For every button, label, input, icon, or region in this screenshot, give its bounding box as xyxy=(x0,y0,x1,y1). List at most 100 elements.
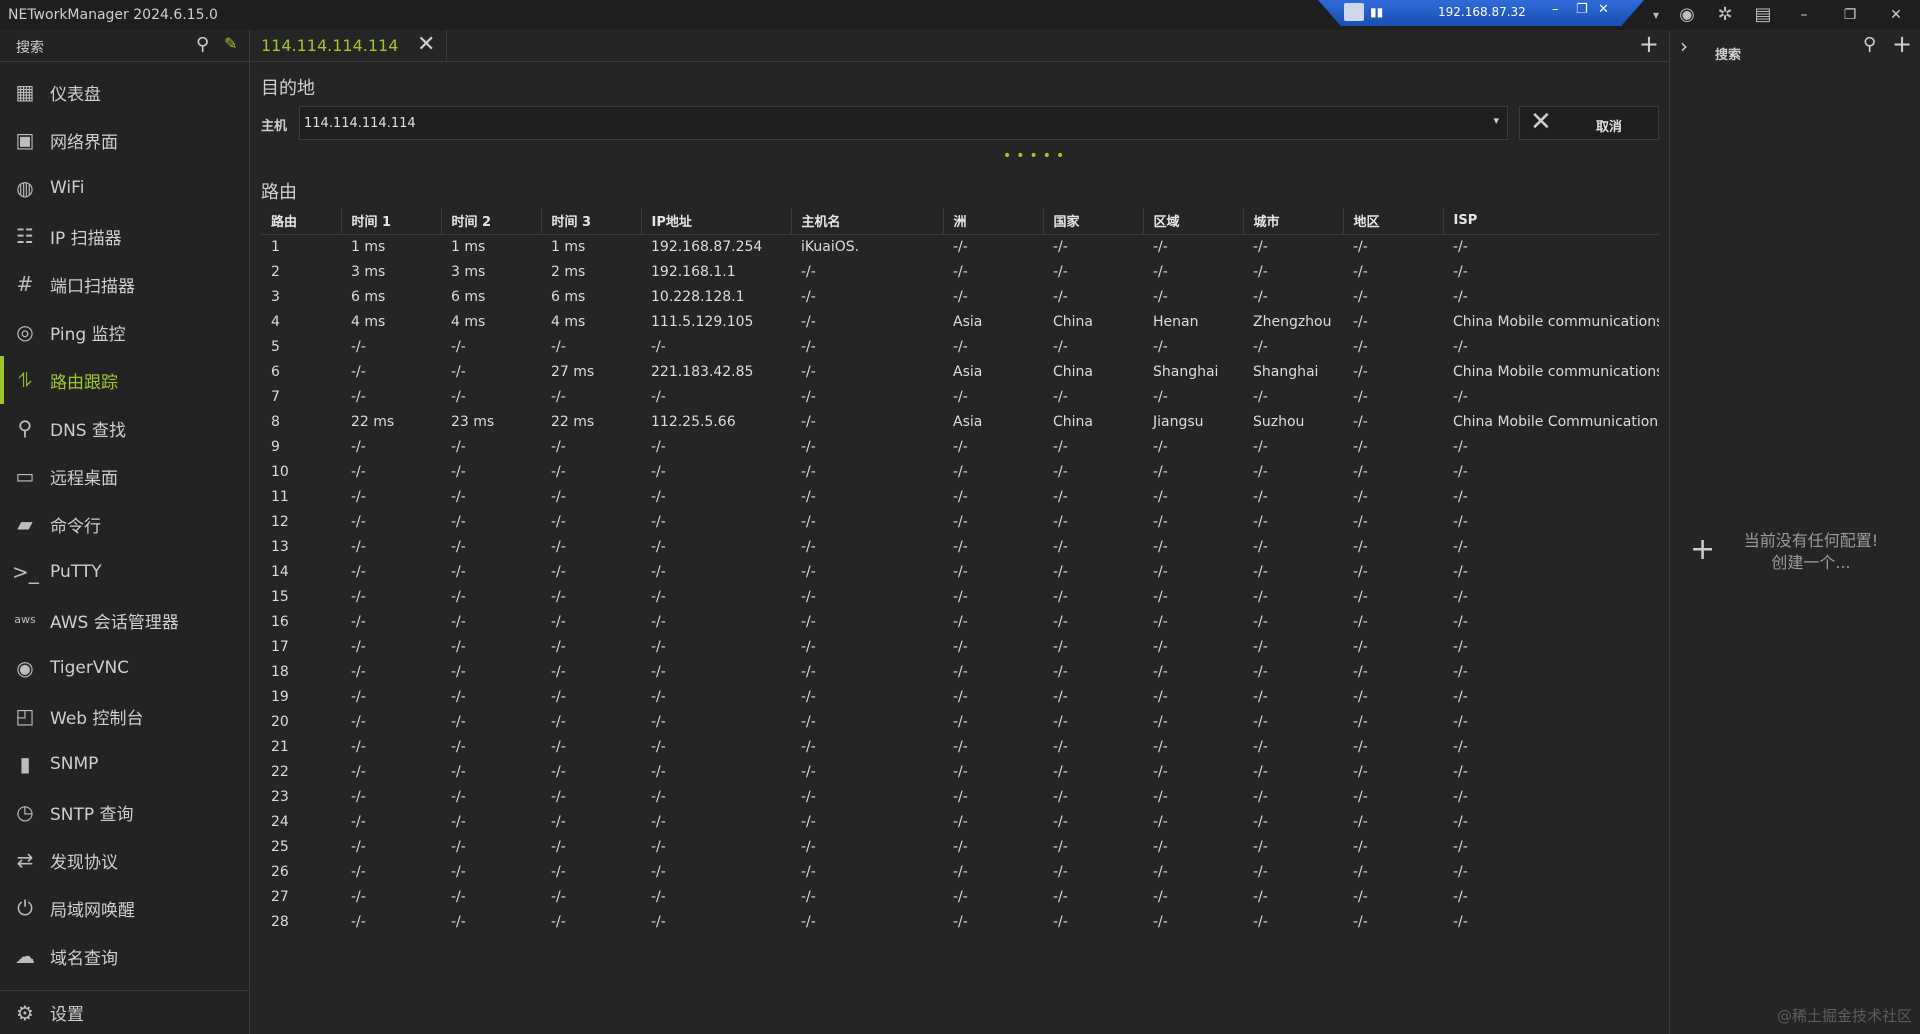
table-cell: 12 xyxy=(271,513,289,530)
table-cell: 22 xyxy=(271,763,289,780)
table-row[interactable]: 7 -/- -/- -/- -/- -/- -/- -/- -/- -/- -/- -/- xyxy=(261,384,1659,409)
close-button[interactable]: ✕ xyxy=(1882,4,1910,26)
chevron-down-icon[interactable]: ▾ xyxy=(1493,114,1499,127)
column-header[interactable]: IP地址 xyxy=(640,208,791,235)
search-icon[interactable]: ⚲ xyxy=(1863,34,1876,55)
sidebar-item-whois[interactable]: ☁ 域名查询 xyxy=(0,932,250,980)
rdp-connection-bar[interactable]: ▮▮ 192.168.87.32 – ❐ ✕ xyxy=(1318,0,1644,26)
cancel-button[interactable]: ✕ 取消 xyxy=(1519,106,1659,140)
table-cell: -/- xyxy=(953,538,968,555)
sidebar-item-putty[interactable]: >_ PuTTY xyxy=(0,548,250,596)
table-row[interactable]: 27 -/- -/- -/- -/- -/- -/- -/- -/- -/- -/- -/- xyxy=(261,884,1659,909)
pin-icon[interactable]: ✎ xyxy=(224,34,237,53)
column-header[interactable]: 地区 xyxy=(1342,208,1443,235)
table-row[interactable]: 3 6 ms 6 ms 6 ms 10.228.128.1 -/- -/- -/- -/- -/-… xyxy=(261,284,1659,309)
sidebar-item-ip-scanner[interactable]: ☷ IP 扫描器 xyxy=(0,212,250,260)
minimize-button[interactable]: – xyxy=(1790,4,1818,26)
table-row[interactable]: 24 -/- -/- -/- -/- -/- -/- -/- -/- -/- -/- -/- xyxy=(261,809,1659,834)
table-cell: -/- xyxy=(1353,913,1368,930)
table-row[interactable]: 17 -/- -/- -/- -/- -/- -/- -/- -/- -/- -/- -/- xyxy=(261,634,1659,659)
document-icon[interactable]: ▤ xyxy=(1752,4,1774,26)
column-header[interactable]: 时间 3 xyxy=(540,208,641,235)
table-row[interactable]: 25 -/- -/- -/- -/- -/- -/- -/- -/- -/- -/- -/- xyxy=(261,834,1659,859)
whois-cloud-icon: ☁ xyxy=(15,944,35,968)
tab-traceroute-target[interactable]: 114.114.114.114 ✕ xyxy=(251,30,447,62)
sidebar-item-discovery[interactable]: ⇄ 发现协议 xyxy=(0,836,250,884)
column-header[interactable]: 时间 2 xyxy=(440,208,541,235)
table-cell: -/- xyxy=(451,388,466,405)
sidebar-search[interactable]: 搜索 ⚲ ✎ xyxy=(0,30,250,62)
table-cell: -/- xyxy=(1153,688,1168,705)
sidebar-item-remote-desktop[interactable]: ▭ 远程桌面 xyxy=(0,452,250,500)
table-row[interactable]: 5 -/- -/- -/- -/- -/- -/- -/- -/- -/- -/- -/- xyxy=(261,334,1659,359)
settings-button[interactable]: ⚙ 设置 xyxy=(0,990,250,1034)
sidebar-item-dashboard[interactable]: ▦ 仪表盘 xyxy=(0,68,250,116)
table-cell: -/- xyxy=(801,388,816,405)
sidebar-item-powershell[interactable]: ▰ 命令行 xyxy=(0,500,250,548)
table-row[interactable]: 18 -/- -/- -/- -/- -/- -/- -/- -/- -/- -/- -/- xyxy=(261,659,1659,684)
host-input[interactable]: 114.114.114.114 ▾ xyxy=(299,106,1508,140)
table-row[interactable]: 14 -/- -/- -/- -/- -/- -/- -/- -/- -/- -/- -/- xyxy=(261,559,1659,584)
column-header[interactable]: 洲 xyxy=(942,208,1043,235)
table-row[interactable]: 9 -/- -/- -/- -/- -/- -/- -/- -/- -/- -/- -/- xyxy=(261,434,1659,459)
sidebar-item-aws[interactable]: aws AWS 会话管理器 xyxy=(0,596,250,644)
restore-button[interactable]: ❐ xyxy=(1836,4,1864,26)
table-cell: 15 xyxy=(271,588,289,605)
github-icon[interactable]: ◉ xyxy=(1676,4,1698,26)
table-row[interactable]: 23 -/- -/- -/- -/- -/- -/- -/- -/- -/- -/- -/- xyxy=(261,784,1659,809)
table-row[interactable]: 19 -/- -/- -/- -/- -/- -/- -/- -/- -/- -/- -/- xyxy=(261,684,1659,709)
table-row[interactable]: 22 -/- -/- -/- -/- -/- -/- -/- -/- -/- -/- -/- xyxy=(261,759,1659,784)
table-row[interactable]: 20 -/- -/- -/- -/- -/- -/- -/- -/- -/- -/- -/- xyxy=(261,709,1659,734)
sidebar-item-sntp[interactable]: ◷ SNTP 查询 xyxy=(0,788,250,836)
table-row[interactable]: 21 -/- -/- -/- -/- -/- -/- -/- -/- -/- -/- -/- xyxy=(261,734,1659,759)
table-row[interactable]: 16 -/- -/- -/- -/- -/- -/- -/- -/- -/- -/- -/- xyxy=(261,609,1659,634)
rdp-close-icon[interactable]: ✕ xyxy=(1598,2,1609,17)
add-profile-icon[interactable]: + xyxy=(1892,30,1912,58)
table-cell: -/- xyxy=(551,563,566,580)
table-row[interactable]: 1 1 ms 1 ms 1 ms 192.168.87.254 iKuaiOS. -/- -/… xyxy=(261,234,1659,259)
sidebar-item-web-console[interactable]: ◰ Web 控制台 xyxy=(0,692,250,740)
column-header[interactable]: ISP xyxy=(1442,208,1659,235)
table-row[interactable]: 12 -/- -/- -/- -/- -/- -/- -/- -/- -/- -/- -/- xyxy=(261,509,1659,534)
sidebar-item-ping-monitor[interactable]: ◎ Ping 监控 xyxy=(0,308,250,356)
column-header[interactable]: 时间 1 xyxy=(340,208,441,235)
column-header[interactable]: 城市 xyxy=(1242,208,1343,235)
rdp-restore-icon[interactable]: ❐ xyxy=(1576,2,1588,17)
table-row[interactable]: 2 3 ms 3 ms 2 ms 192.168.1.1 -/- -/- -/- -/- -/- -… xyxy=(261,259,1659,284)
table-cell: -/- xyxy=(451,788,466,805)
sidebar-item-network-interface[interactable]: ▣ 网络界面 xyxy=(0,116,250,164)
table-row[interactable]: 26 -/- -/- -/- -/- -/- -/- -/- -/- -/- -/- -/- xyxy=(261,859,1659,884)
table-cell: -/- xyxy=(551,713,566,730)
search-icon[interactable]: ⚲ xyxy=(196,34,209,55)
sidebar-item-dns-lookup[interactable]: ⚲ DNS 查找 xyxy=(0,404,250,452)
table-row[interactable]: 4 4 ms 4 ms 4 ms 111.5.129.105 -/- Asia China He… xyxy=(261,309,1659,334)
table-row[interactable]: 6 -/- -/- 27 ms 221.183.42.85 -/- Asia China Sha… xyxy=(261,359,1659,384)
rdp-minimize-icon[interactable]: – xyxy=(1552,2,1559,17)
column-header[interactable]: 路由 xyxy=(261,208,341,235)
table-row[interactable]: 8 22 ms 23 ms 22 ms 112.25.5.66 -/- Asia China J… xyxy=(261,409,1659,434)
sidebar-item-wifi[interactable]: ◍ WiFi xyxy=(0,164,250,212)
dropdown-icon[interactable]: ▾ xyxy=(1645,4,1667,26)
table-cell: -/- xyxy=(1153,488,1168,505)
sidebar-item-tigervnc[interactable]: ◉ TigerVNC xyxy=(0,644,250,692)
bug-icon[interactable]: ✲ xyxy=(1714,4,1736,26)
table-row[interactable]: 15 -/- -/- -/- -/- -/- -/- -/- -/- -/- -/- -/- xyxy=(261,584,1659,609)
table-row[interactable]: 13 -/- -/- -/- -/- -/- -/- -/- -/- -/- -/- -/- xyxy=(261,534,1659,559)
close-icon[interactable]: ✕ xyxy=(417,32,435,57)
table-row[interactable]: 11 -/- -/- -/- -/- -/- -/- -/- -/- -/- -/- -/- xyxy=(261,484,1659,509)
column-header[interactable]: 区域 xyxy=(1142,208,1243,235)
table-row[interactable]: 10 -/- -/- -/- -/- -/- -/- -/- -/- -/- -/- -/- xyxy=(261,459,1659,484)
sidebar-item-wake-on-lan[interactable]: ⏻ 局域网唤醒 xyxy=(0,884,250,932)
table-row[interactable]: 28 -/- -/- -/- -/- -/- -/- -/- -/- -/- -/- -/- xyxy=(261,909,1659,934)
column-header[interactable]: 主机名 xyxy=(790,208,943,235)
sidebar-item-port-scanner[interactable]: # 端口扫描器 xyxy=(0,260,250,308)
sntp-clock-icon: ◷ xyxy=(16,800,34,824)
sidebar-item-traceroute[interactable]: ⥮ 路由跟踪 xyxy=(0,356,250,404)
column-header[interactable]: 国家 xyxy=(1042,208,1143,235)
progress-dots: ••••• xyxy=(1003,148,1070,164)
add-tab-icon[interactable]: + xyxy=(1639,30,1659,58)
ip-scanner-icon: ☷ xyxy=(16,224,34,248)
sidebar-item-snmp[interactable]: ▮ SNMP xyxy=(0,740,250,788)
chevron-right-icon[interactable]: › xyxy=(1680,34,1688,58)
table-cell: -/- xyxy=(1253,588,1268,605)
